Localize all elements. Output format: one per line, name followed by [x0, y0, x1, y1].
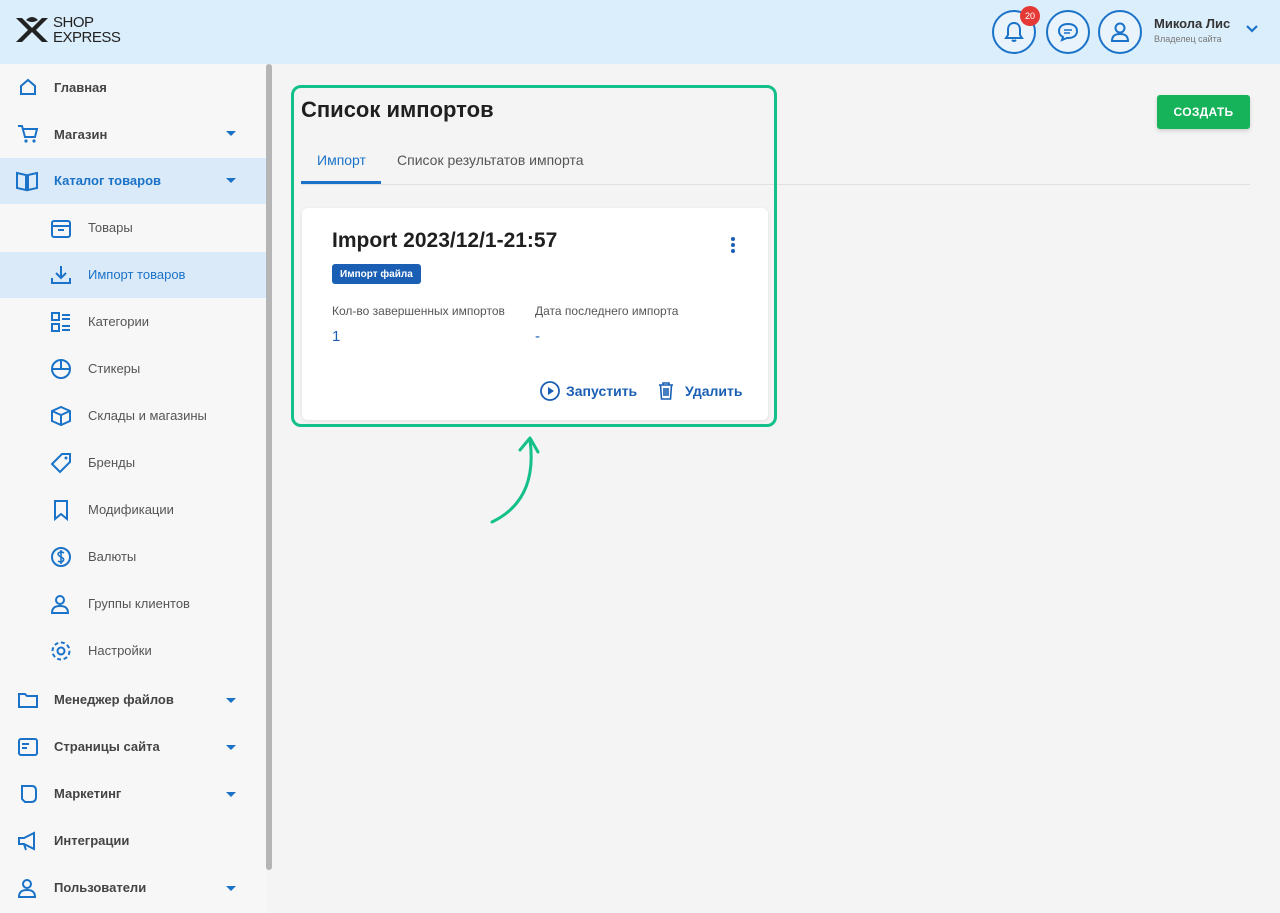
caret-down-icon [226, 698, 236, 703]
notifications-button[interactable]: 20 [992, 6, 1040, 54]
top-header: SHOP EXPRESS 20 Микола Лис Владелец сайт… [0, 0, 1280, 64]
sidebar-item-label: Главная [54, 79, 107, 95]
sidebar-item-products[interactable]: Товары [0, 206, 266, 250]
sidebar-item-client-groups[interactable]: Группы клиентов [0, 582, 266, 626]
annotation-arrow-icon [490, 436, 540, 524]
sidebar-item-integrations[interactable]: Интеграции [0, 819, 266, 863]
sidebar-item-label: Настройки [88, 643, 152, 658]
sidebar: Главная Магазин Каталог товаров Товары И… [0, 64, 266, 913]
users-icon [16, 876, 40, 900]
sidebar-item-marketing[interactable]: Маркетинг [0, 772, 266, 816]
sidebar-item-label: Склады и магазины [88, 408, 207, 423]
sidebar-item-label: Интеграции [54, 833, 130, 848]
sidebar-item-stickers[interactable]: Стикеры [0, 347, 266, 391]
sidebar-item-site-pages[interactable]: Страницы сайта [0, 725, 266, 769]
logo-mark-icon [16, 17, 48, 42]
sidebar-item-label: Импорт товаров [88, 267, 186, 282]
caret-down-icon [226, 886, 236, 891]
sidebar-item-catalog[interactable]: Каталог товаров [0, 158, 266, 204]
user-group-icon [49, 592, 73, 616]
sidebar-item-users[interactable]: Пользователи [0, 866, 266, 910]
bookmark-icon [49, 498, 73, 522]
sidebar-item-categories[interactable]: Категории [0, 300, 266, 344]
logo-text-express: EXPRESS [53, 29, 121, 46]
sidebar-item-currencies[interactable]: Валюты [0, 535, 266, 579]
sidebar-item-label: Товары [88, 220, 133, 235]
sidebar-item-label: Магазин [54, 126, 108, 142]
gear-icon [49, 639, 73, 663]
box-icon [49, 216, 73, 240]
sidebar-item-shop[interactable]: Магазин [0, 115, 266, 153]
sidebar-item-modifications[interactable]: Модификации [0, 488, 266, 532]
caret-down-icon [226, 131, 236, 136]
sidebar-item-label: Стикеры [88, 361, 141, 376]
sidebar-item-label: Маркетинг [54, 786, 122, 801]
sidebar-item-label: Группы клиентов [88, 596, 190, 611]
tag-icon [49, 451, 73, 475]
profile-button[interactable] [1098, 10, 1142, 54]
sidebar-item-file-manager[interactable]: Менеджер файлов [0, 678, 266, 722]
sidebar-item-home[interactable]: Главная [0, 68, 266, 106]
folder-icon [16, 688, 40, 712]
book-icon [15, 169, 39, 193]
sticker-icon [49, 357, 73, 381]
chevron-down-icon[interactable] [1245, 24, 1259, 34]
sidebar-item-import-products[interactable]: Импорт товаров [0, 252, 266, 298]
notification-count-badge: 20 [1020, 6, 1040, 26]
user-name: Микола Лис [1154, 16, 1231, 31]
chat-icon [1057, 22, 1079, 42]
marketing-icon [16, 782, 40, 806]
sidebar-item-label: Каталог товаров [54, 173, 162, 188]
download-icon [49, 263, 73, 287]
warehouse-icon [49, 404, 73, 428]
sidebar-item-warehouses[interactable]: Склады и магазины [0, 394, 266, 438]
megaphone-icon [16, 829, 40, 853]
user-role: Владелец сайта [1154, 34, 1222, 44]
currency-icon [49, 545, 73, 569]
sidebar-item-label: Страницы сайта [54, 739, 160, 754]
create-button[interactable]: СОЗДАТЬ [1157, 95, 1250, 129]
sidebar-item-label: Бренды [88, 455, 136, 470]
user-avatar-icon [1110, 22, 1130, 42]
sidebar-item-label: Пользователи [54, 880, 147, 895]
caret-down-icon [226, 178, 236, 183]
sidebar-item-label: Валюты [88, 549, 137, 564]
cart-icon [16, 122, 40, 146]
caret-down-icon [226, 745, 236, 750]
sidebar-item-settings[interactable]: Настройки [0, 629, 266, 673]
messages-button[interactable] [1046, 10, 1090, 54]
shop-express-logo[interactable]: SHOP EXPRESS [14, 14, 121, 46]
page-icon [16, 735, 40, 759]
sidebar-item-brands[interactable]: Бренды [0, 441, 266, 485]
categories-icon [49, 310, 73, 334]
sidebar-item-label: Модификации [88, 502, 174, 517]
highlight-frame [291, 85, 777, 427]
sidebar-item-label: Категории [88, 314, 149, 329]
sidebar-item-label: Менеджер файлов [54, 692, 174, 707]
logo-text-shop: SHOP [53, 14, 94, 31]
caret-down-icon [226, 792, 236, 797]
home-icon [16, 75, 40, 99]
bell-icon [1004, 21, 1024, 42]
sidebar-scrollbar[interactable] [266, 64, 272, 870]
